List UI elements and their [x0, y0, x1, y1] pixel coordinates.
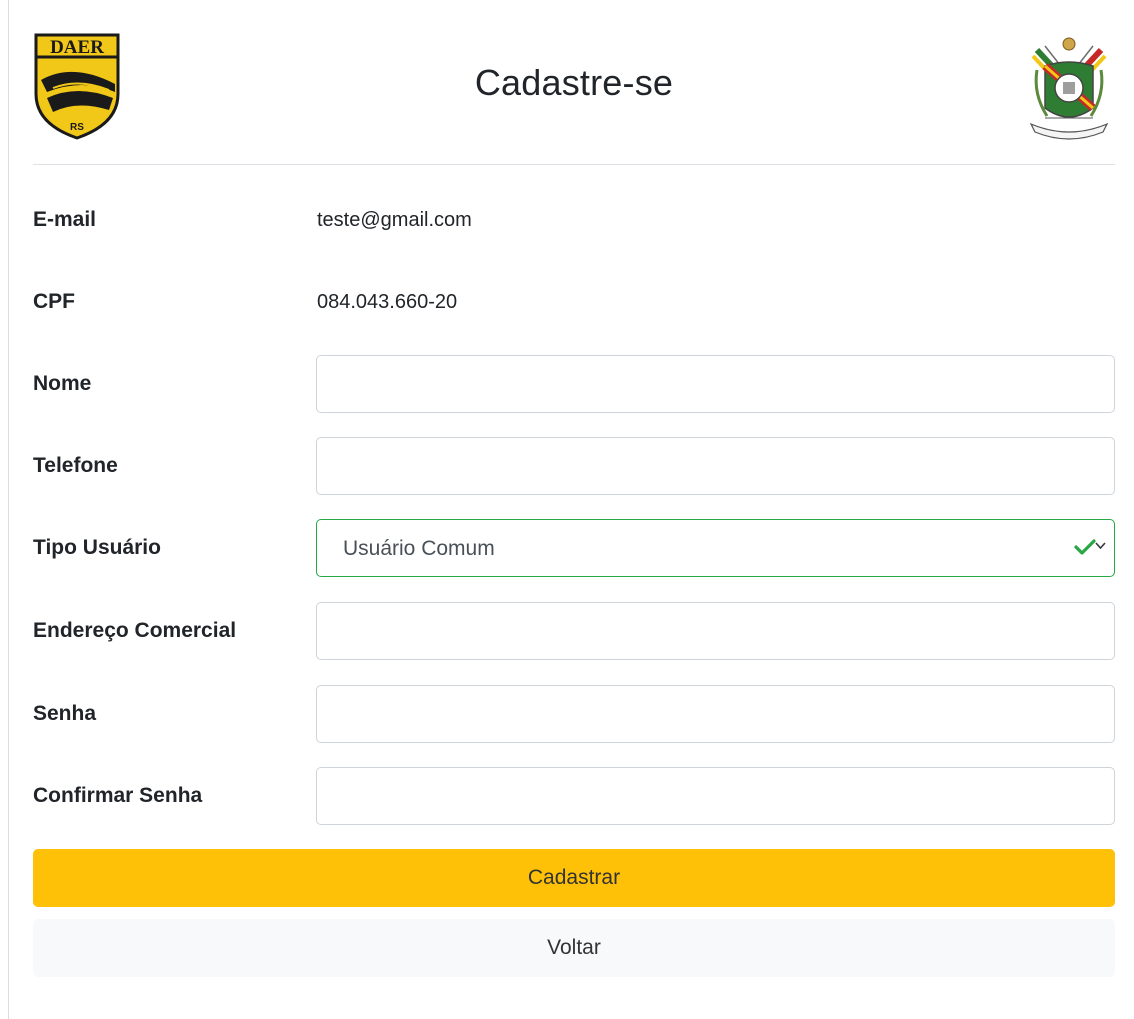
endereco-input[interactable] [316, 602, 1115, 660]
senha-row: Senha [33, 685, 1115, 743]
email-value: teste@gmail.com [317, 209, 472, 231]
tipo-usuario-selected-value: Usuário Comum [343, 537, 495, 560]
daer-logo-text: DAER [50, 37, 104, 58]
confirmar-senha-input[interactable] [316, 767, 1115, 825]
page-title: Cadastre-se [474, 62, 674, 103]
signup-page: DAER RS Cadastre-se E-mail teste@gmail.c… [0, 0, 1134, 1019]
nome-row: Nome [33, 355, 1115, 413]
cpf-row: CPF 084.043.660-20 [33, 273, 1115, 331]
header: DAER RS Cadastre-se [33, 0, 1115, 165]
nome-input[interactable] [316, 355, 1115, 413]
rs-coat-of-arms-icon [1029, 37, 1109, 140]
endereco-row: Endereço Comercial [33, 602, 1115, 660]
signup-card: DAER RS Cadastre-se E-mail teste@gmail.c… [33, 0, 1115, 977]
senha-label: Senha [33, 702, 97, 725]
senha-input[interactable] [316, 685, 1115, 743]
voltar-button[interactable]: Voltar [33, 919, 1115, 977]
email-label: E-mail [33, 208, 97, 231]
tipo-usuario-label: Tipo Usuário [33, 536, 161, 559]
daer-logo-sub: RS [70, 122, 84, 133]
tipo-usuario-row: Tipo Usuário Usuário Comum [33, 519, 1115, 577]
cpf-value: 084.043.660-20 [317, 291, 458, 313]
tipo-usuario-select[interactable]: Usuário Comum [316, 519, 1115, 577]
email-row: E-mail teste@gmail.com [33, 191, 1115, 249]
nome-label: Nome [33, 372, 92, 395]
telefone-row: Telefone [33, 437, 1115, 495]
endereco-label: Endereço Comercial [33, 619, 237, 642]
cpf-label: CPF [33, 290, 75, 313]
telefone-input[interactable] [316, 437, 1115, 495]
confirmar-senha-row: Confirmar Senha [33, 767, 1115, 825]
confirmar-senha-label: Confirmar Senha [33, 784, 203, 807]
valid-check-icon [1074, 539, 1096, 555]
left-divider [8, 0, 9, 1019]
cadastrar-button[interactable]: Cadastrar [33, 849, 1115, 907]
chevron-down-icon [1095, 542, 1106, 550]
telefone-label: Telefone [33, 454, 118, 477]
